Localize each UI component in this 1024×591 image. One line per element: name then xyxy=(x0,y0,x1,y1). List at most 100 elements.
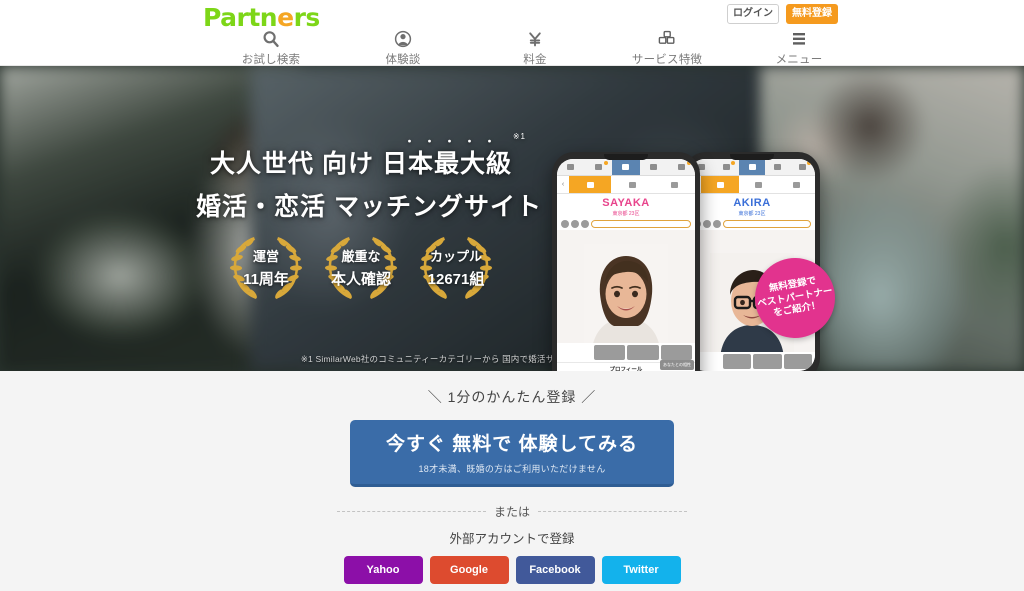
nav-label-menu: メニュー xyxy=(775,54,823,66)
yahoo-signup-button[interactable]: Yahoo xyxy=(343,556,423,584)
twitter-signup-button[interactable]: Twitter xyxy=(601,556,681,584)
nav-item-testimonials[interactable]: 体験談 xyxy=(337,28,469,67)
app-nav-search[interactable] xyxy=(612,159,640,175)
tab-favorites[interactable] xyxy=(611,176,653,193)
blocks-icon xyxy=(657,28,677,50)
site-header: Partners ログイン 無料登録 お試し検索 体験談 料金 サービス特徴 メ… xyxy=(0,0,1024,66)
app-top-navigation xyxy=(557,159,695,176)
signup-button[interactable]: 無料登録 xyxy=(786,4,838,24)
profile-location-akira: 東京都 23区 xyxy=(738,211,766,217)
nav-label-service-features: サービス特徴 xyxy=(631,54,703,66)
chip-tag-1[interactable] xyxy=(561,220,569,228)
auth-buttons: ログイン 無料登録 xyxy=(727,4,838,24)
hero-headline-line1: ・・・・・ ※1 大人世代 向け 日本最大級 xyxy=(196,132,526,180)
search-icon xyxy=(262,28,280,50)
tab-other[interactable] xyxy=(777,176,815,193)
nav-item-menu[interactable]: メニュー xyxy=(733,28,865,67)
avatar-illustration-female xyxy=(584,244,668,343)
app-nav-chat[interactable] xyxy=(765,159,790,175)
badge-years-line2: 11周年 xyxy=(243,270,289,288)
action-favorite[interactable] xyxy=(660,345,692,360)
chip-login-cta[interactable] xyxy=(591,220,691,228)
back-chevron-icon[interactable]: ‹ xyxy=(557,176,569,193)
tab-profile[interactable] xyxy=(569,176,611,193)
action-like[interactable] xyxy=(722,354,751,369)
person-icon xyxy=(394,28,412,50)
hero-section: ・・・・・ ※1 大人世代 向け 日本最大級 婚活・恋活 マッチングサイト 運営… xyxy=(0,66,1024,371)
tab-other[interactable] xyxy=(653,176,695,193)
google-signup-button[interactable]: Google xyxy=(429,556,509,584)
app-nav-messages[interactable] xyxy=(714,159,739,175)
chip-tag-3[interactable] xyxy=(581,220,589,228)
chip-tag-2[interactable] xyxy=(703,220,711,228)
chip-login-cta[interactable] xyxy=(723,220,811,228)
action-like[interactable] xyxy=(593,345,625,360)
app-nav-search[interactable] xyxy=(739,159,765,175)
tab-favorites[interactable] xyxy=(739,176,777,193)
or-divider-line-left xyxy=(337,511,486,512)
badge-verification-line1: 厳重な xyxy=(341,248,381,264)
badge-couples-line1: カップル xyxy=(429,248,482,264)
hero-headline-text1: 大人世代 向け 日本最大級 xyxy=(210,150,512,178)
app-nav-home[interactable] xyxy=(557,159,585,175)
hero-headline-line2: 婚活・恋活 マッチングサイト xyxy=(196,193,542,221)
free-trial-button-subtext: 18才未満、既婚の方はご利用いただけません xyxy=(418,464,606,474)
nav-label-testimonials: 体験談 xyxy=(385,54,421,66)
profile-chips-akira xyxy=(689,217,815,230)
nav-item-pricing[interactable]: 料金 xyxy=(469,28,601,67)
profile-action-buttons-akira xyxy=(689,352,815,371)
app-sub-tabs: ‹ xyxy=(689,176,815,194)
phone-mockup-sayaka: ‹ SAYAKA 東京都 23区 プロフィール あなたとの相性 xyxy=(552,152,700,371)
profile-chips-sayaka xyxy=(557,217,695,230)
hamburger-icon xyxy=(789,28,809,50)
external-account-label: 外部アカウントで登録 xyxy=(449,532,575,546)
chip-tag-2[interactable] xyxy=(571,220,579,228)
tab-profile[interactable] xyxy=(701,176,739,193)
nav-label-trial-search: お試し検索 xyxy=(241,54,301,66)
badge-couples: カップル 12671組 xyxy=(414,231,498,303)
nav-label-pricing: 料金 xyxy=(523,54,547,66)
login-button[interactable]: ログイン xyxy=(727,4,779,24)
hero-footnote: ※1 SimilarWeb社のコミュニティーカテゴリーから 国内で婚活サイトに絞… xyxy=(300,354,724,364)
badge-years: 運営 11周年 xyxy=(224,231,308,303)
app-top-navigation xyxy=(689,159,815,176)
nav-item-service-features[interactable]: サービス特徴 xyxy=(601,28,733,67)
badge-verification: 厳重な 本人確認 xyxy=(319,231,403,303)
phone-notch xyxy=(604,154,648,160)
action-message[interactable] xyxy=(753,354,782,369)
app-nav-notices[interactable] xyxy=(790,159,815,175)
profile-location-sayaka: 東京都 23区 xyxy=(612,211,640,217)
hero-superscript: ※1 xyxy=(512,132,526,141)
free-trial-button-label: 今すぐ 無料で 体験してみる xyxy=(386,434,638,455)
action-favorite[interactable] xyxy=(783,354,812,369)
registration-section: ＼ 1分のかんたん登録 ／ 今すぐ 無料で 体験してみる 18才未満、既婚の方は… xyxy=(0,371,1024,591)
facebook-signup-button[interactable]: Facebook xyxy=(515,556,595,584)
action-profile[interactable] xyxy=(560,345,592,360)
social-login-buttons: Yahoo Google Facebook Twitter xyxy=(0,556,1024,584)
registration-heading: ＼ 1分のかんたん登録 ／ xyxy=(427,389,597,405)
app-nav-chat[interactable] xyxy=(640,159,668,175)
phone-mockups: ‹ AKIRA 東京都 23区 xyxy=(540,66,842,371)
action-message[interactable] xyxy=(627,345,659,360)
hero-emphasis-dots: ・・・・・ xyxy=(404,136,504,148)
app-nav-messages[interactable] xyxy=(585,159,613,175)
app-nav-notices[interactable] xyxy=(667,159,695,175)
profile-name-sayaka: SAYAKA xyxy=(602,197,650,209)
chip-tag-3[interactable] xyxy=(713,220,721,228)
badge-verification-line2: 本人確認 xyxy=(330,270,391,288)
badge-couples-line2: 12671組 xyxy=(427,270,485,288)
app-screen-sayaka: ‹ SAYAKA 東京都 23区 プロフィール あなたとの相性 xyxy=(557,159,695,371)
hero-badges: 運営 11周年 厳重な 本人確認 カップル 12671組 xyxy=(196,231,526,303)
yen-icon xyxy=(526,28,544,50)
compatibility-tooltip: あなたとの相性 xyxy=(660,360,694,370)
or-divider-text: または xyxy=(494,505,531,519)
app-sub-tabs: ‹ xyxy=(557,176,695,194)
or-divider-line-right xyxy=(538,511,688,512)
badge-years-line1: 運営 xyxy=(252,248,279,264)
free-trial-button[interactable]: 今すぐ 無料で 体験してみる 18才未満、既婚の方はご利用いただけません xyxy=(350,420,674,487)
page-root: Partners ログイン 無料登録 お試し検索 体験談 料金 サービス特徴 メ… xyxy=(0,0,1024,591)
phone-notch xyxy=(730,154,774,160)
main-navigation: お試し検索 体験談 料金 サービス特徴 メニュー xyxy=(205,28,865,67)
nav-item-trial-search[interactable]: お試し検索 xyxy=(205,28,337,67)
or-divider: または xyxy=(337,503,688,520)
